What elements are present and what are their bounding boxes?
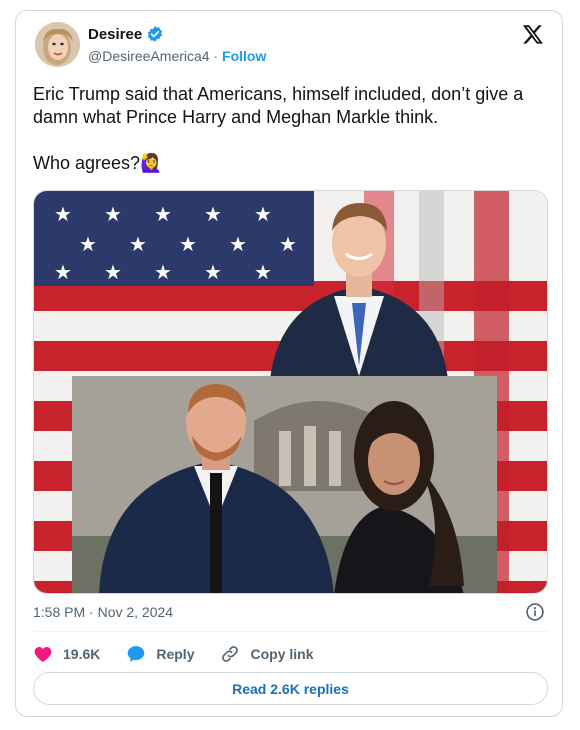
info-icon[interactable] <box>525 602 545 622</box>
like-count: 19.6K <box>63 646 101 662</box>
tweet-question: Who agrees? <box>33 153 141 173</box>
tweet-image[interactable]: ★ ★ ★ ★ ★ ★ ★ ★ ★ ★ ★ ★ ★ ★ ★ <box>33 190 548 594</box>
copy-link-button[interactable]: Copy link <box>220 644 314 664</box>
reply-bubble-icon <box>128 646 145 662</box>
tweet-text: Eric Trump said that Americans, himself … <box>33 83 548 175</box>
raising-hand-emoji: 🙋‍♀️ <box>140 153 163 173</box>
x-logo-icon[interactable] <box>522 23 544 45</box>
reply-label: Reply <box>156 646 195 662</box>
handle-row: @DesireeAmerica4 · Follow <box>88 48 266 64</box>
action-bar: 19.6K Reply Copy link <box>33 643 340 665</box>
svg-text:★: ★ <box>254 204 272 226</box>
author-name-text[interactable]: Desiree <box>88 26 142 43</box>
svg-text:★: ★ <box>54 204 72 226</box>
handle-separator: · <box>213 48 219 64</box>
avatar-image <box>35 22 80 67</box>
svg-text:★: ★ <box>129 234 147 256</box>
photo-collage: ★ ★ ★ ★ ★ ★ ★ ★ ★ ★ ★ ★ ★ ★ ★ <box>34 191 547 593</box>
divider <box>33 631 548 632</box>
read-replies-label: Read 2.6K replies <box>232 680 349 697</box>
svg-text:★: ★ <box>104 204 122 226</box>
copy-link-label: Copy link <box>250 646 314 662</box>
svg-text:★: ★ <box>179 234 197 256</box>
tweet-timestamp[interactable]: 1:58 PM · Nov 2, 2024 <box>33 604 173 620</box>
author-name[interactable]: Desiree <box>88 25 164 43</box>
avatar[interactable] <box>35 22 80 67</box>
svg-text:★: ★ <box>204 262 222 284</box>
tweet-paragraph-1: Eric Trump said that Americans, himself … <box>33 84 524 127</box>
follow-button[interactable]: Follow <box>222 48 266 64</box>
author-handle[interactable]: @DesireeAmerica4 <box>88 48 210 64</box>
svg-text:★: ★ <box>279 234 297 256</box>
reply-button[interactable]: Reply <box>126 644 194 664</box>
svg-text:★: ★ <box>154 204 172 226</box>
svg-text:★: ★ <box>79 234 97 256</box>
verified-badge-icon <box>148 26 163 42</box>
link-icon <box>222 646 239 662</box>
like-button[interactable]: 19.6K <box>33 644 100 664</box>
heart-icon <box>34 647 52 662</box>
tweet-card[interactable]: Desiree @DesireeAmerica4 · Follow Eric T… <box>15 10 563 717</box>
svg-text:★: ★ <box>154 262 172 284</box>
svg-text:★: ★ <box>104 262 122 284</box>
tweet-paragraph-2: Who agrees?🙋‍♀️ <box>33 152 548 175</box>
svg-text:★: ★ <box>54 262 72 284</box>
inset-photo <box>72 376 497 593</box>
svg-text:★: ★ <box>204 204 222 226</box>
read-replies-button[interactable]: Read 2.6K replies <box>33 672 548 705</box>
svg-text:★: ★ <box>229 234 247 256</box>
svg-text:★: ★ <box>254 262 272 284</box>
